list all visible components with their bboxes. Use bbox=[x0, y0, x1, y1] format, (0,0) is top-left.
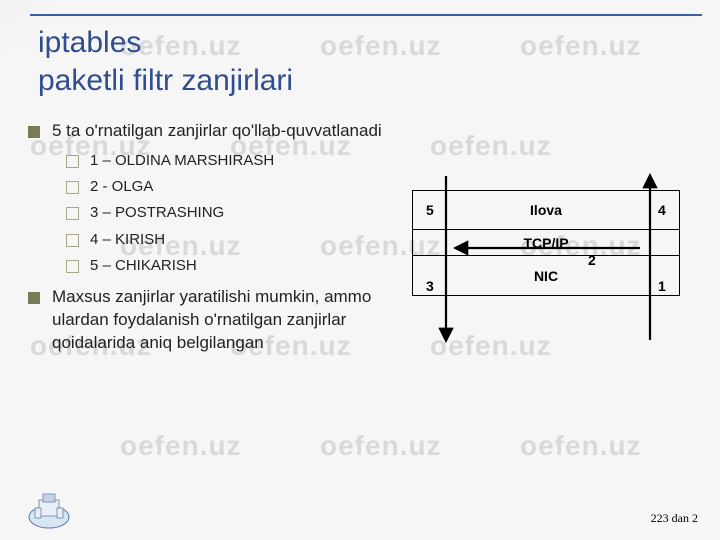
diagram-arrows bbox=[412, 190, 680, 370]
bullet-1-text: 5 ta o'rnatilgan zanjirlar qo'llab-quvva… bbox=[52, 121, 382, 140]
slide-title: iptables paketli filtr zanjirlari bbox=[38, 24, 293, 99]
subbullet-4: 4 – KIRISH bbox=[66, 230, 406, 250]
subbullet-3: 3 – POSTRASHING bbox=[66, 203, 406, 223]
title-rule bbox=[30, 14, 702, 16]
title-line-2: paketli filtr zanjirlari bbox=[38, 64, 293, 97]
network-stack-diagram: Ilova TCP/IP NIC 5 4 2 3 1 bbox=[412, 190, 680, 330]
bullet-2: Maxsus zanjirlar yaratilishi mumkin, amm… bbox=[26, 286, 406, 355]
subbullet-2: 2 - OLGA bbox=[66, 177, 406, 197]
title-line-1: iptables bbox=[38, 26, 141, 59]
body-content: 5 ta o'rnatilgan zanjirlar qo'llab-quvva… bbox=[26, 120, 406, 365]
bullet-1: 5 ta o'rnatilgan zanjirlar qo'llab-quvva… bbox=[26, 120, 406, 276]
footer-crest-icon bbox=[26, 490, 72, 530]
page-number: 223 dan 2 bbox=[651, 511, 698, 526]
subbullet-1: 1 – OLDINA MARSHIRASH bbox=[66, 151, 406, 171]
subbullet-5: 5 – CHIKARISH bbox=[66, 256, 406, 276]
